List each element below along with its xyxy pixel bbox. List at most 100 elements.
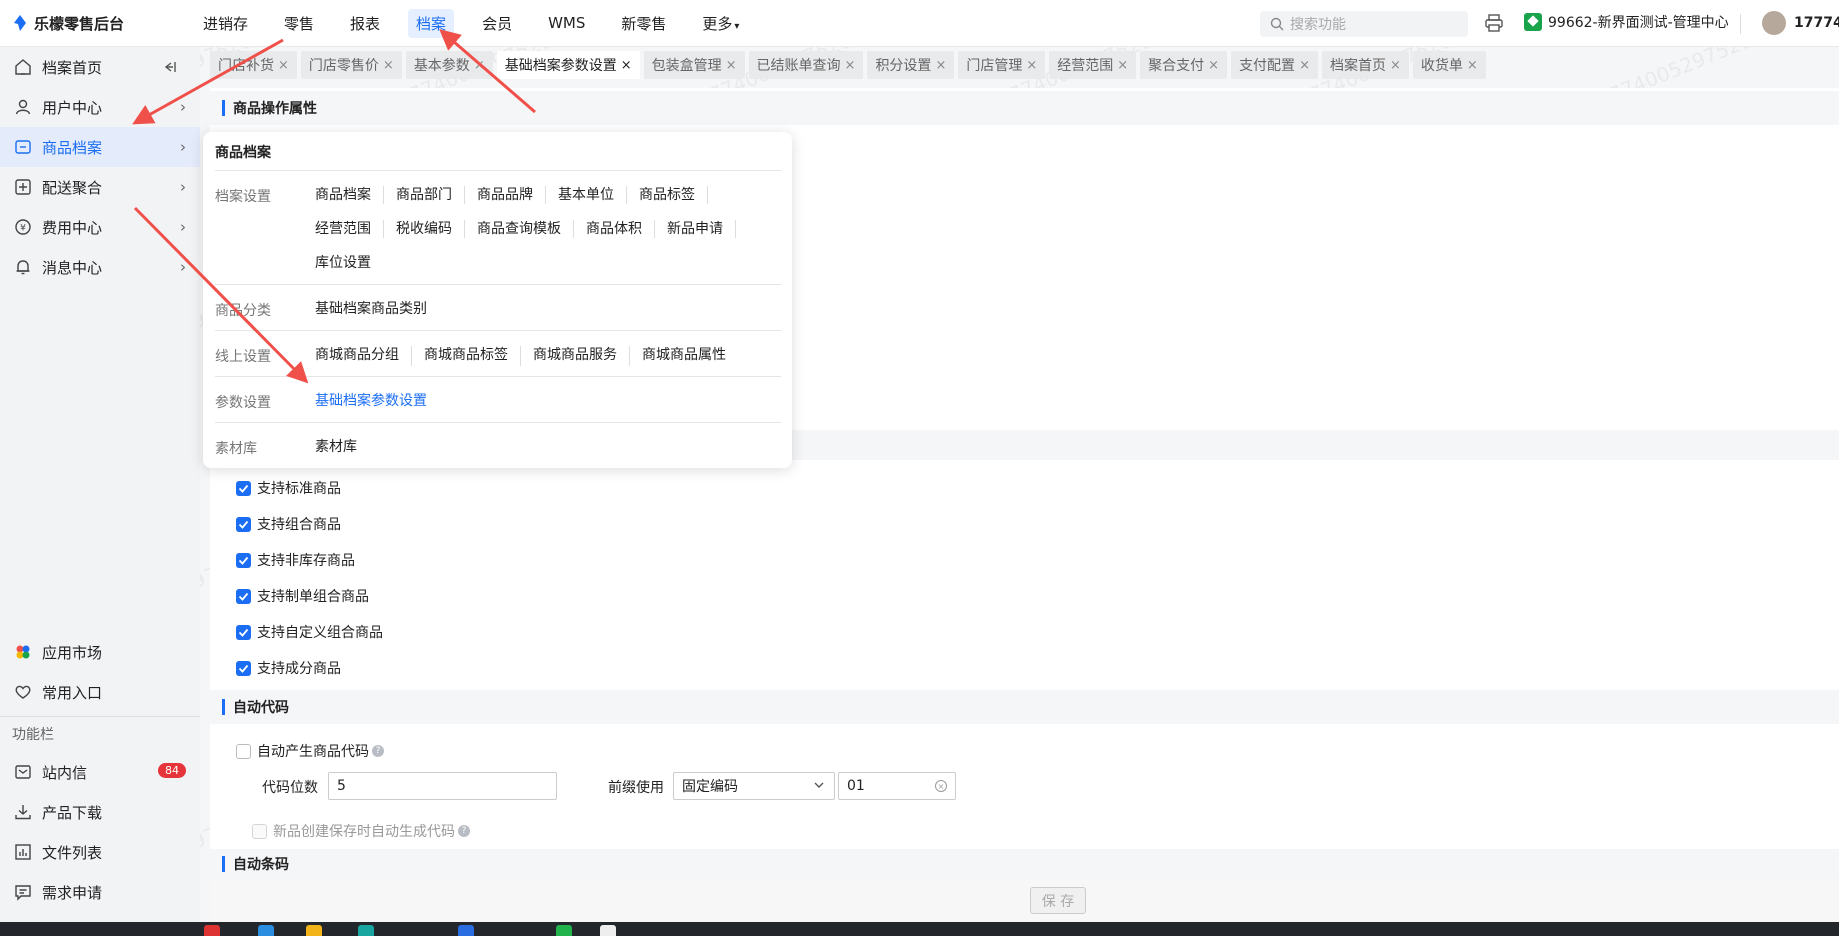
menu-item-goods-tag[interactable]: 商品标签 [639,186,708,204]
help-icon[interactable]: ? [372,745,384,757]
sidebar-item-messages[interactable]: 消息中心 › [0,247,200,287]
sidebar-item-favorites[interactable]: 常用入口 [0,672,200,712]
app-logo[interactable]: 乐檬零售后台 [0,13,195,34]
sidebar-item-downloads[interactable]: 产品下载 [0,792,200,832]
checkbox-custom-combo[interactable]: 支持自定义组合商品 [236,622,383,642]
sidebar-item-home[interactable]: 档案首页 [0,47,200,87]
tab-item-active[interactable]: 基础档案参数设置 × [496,51,640,79]
menu-item-basic-unit[interactable]: 基本单位 [558,186,627,204]
menu-item-goods-category[interactable]: 基础档案商品类别 [315,300,439,320]
close-icon[interactable]: × [474,58,485,73]
menu-item-goods-dept[interactable]: 商品部门 [396,186,465,204]
checkbox-new-item-code[interactable]: 新品创建保存时自动生成代码? [252,821,470,841]
checkbox-auto-code[interactable]: 自动产生商品代码? [236,741,384,761]
tab-item[interactable]: 门店零售价 × [300,51,402,79]
tab-item[interactable]: 基本参数 × [405,51,493,79]
menu-item-query-template[interactable]: 商品查询模板 [477,220,574,238]
sidebar-item-files[interactable]: 文件列表 [0,832,200,872]
close-icon[interactable]: × [726,58,737,73]
nav-dangan[interactable]: 档案 [408,8,455,38]
save-button[interactable]: 保 存 [1030,887,1086,914]
help-icon[interactable]: ? [458,825,470,837]
sidebar-item-label: 常用入口 [42,683,103,702]
menu-item-goods-brand[interactable]: 商品品牌 [477,186,546,204]
menu-item-tax-code[interactable]: 税收编码 [396,220,465,238]
close-icon[interactable]: × [1026,58,1037,73]
nav-huiyuan[interactable]: 会员 [474,9,520,38]
search-input[interactable]: 搜索功能 [1260,11,1468,37]
close-icon[interactable]: × [1467,58,1478,73]
menu-item-mall-tag[interactable]: 商城商品标签 [424,346,521,366]
menu-item-mall-service[interactable]: 商城商品服务 [533,346,630,366]
app-title: 乐檬零售后台 [34,14,125,33]
tab-item[interactable]: 积分设置 × [867,51,955,79]
close-icon[interactable]: × [383,58,394,73]
checkbox-checked-icon [236,624,251,640]
taskbar-app-icon[interactable] [556,925,572,936]
tab-item[interactable]: 包装盒管理 × [643,51,745,79]
close-icon[interactable]: × [1390,58,1401,73]
sidebar-item-requests[interactable]: 需求申请 [0,872,200,912]
taskbar-app-icon[interactable] [204,925,220,936]
taskbar-app-icon[interactable] [600,925,616,936]
nav-jinxiaocun[interactable]: 进销存 [195,9,256,38]
nav-baobiao[interactable]: 报表 [342,9,388,38]
clear-icon[interactable]: × [935,780,947,792]
nav-xinlingshou[interactable]: 新零售 [613,9,674,38]
menu-item-business-scope[interactable]: 经营范围 [315,220,384,238]
menu-item-archive-params[interactable]: 基础档案参数设置 [315,392,439,412]
sidebar-item-app-market[interactable]: 应用市场 [0,632,200,672]
store-switcher[interactable]: 99662-新界面测试-管理中心 [1524,12,1729,32]
nav-wms[interactable]: WMS [540,10,593,36]
menu-item-goods-archive[interactable]: 商品档案 [315,186,384,204]
taskbar-app-icon[interactable] [458,925,474,936]
divider [215,284,781,285]
tab-label: 门店管理 [966,58,1023,74]
menu-item-material-library[interactable]: 素材库 [315,438,369,458]
close-icon[interactable]: × [1299,58,1310,73]
sidebar-item-goods[interactable]: 商品档案 › [0,127,200,167]
tab-item[interactable]: 已结账单查询 × [748,51,864,79]
tab-item[interactable]: 收货单 × [1412,51,1486,79]
checkbox-combo[interactable]: 支持组合商品 [236,514,341,534]
tab-item[interactable]: 聚合支付 × [1140,51,1228,79]
menu-item-new-item-request[interactable]: 新品申请 [667,220,736,238]
taskbar-app-icon[interactable] [358,925,374,936]
checkbox-ingredient[interactable]: 支持成分商品 [236,658,341,678]
tab-item[interactable]: 门店管理 × [958,51,1046,79]
tab-item[interactable]: 门店补货 × [210,51,297,79]
dropdown-group-archive-settings: 档案设置 商品档案 商品部门 商品品牌 基本单位 商品标签 经营范围 税收编码 … [215,186,781,272]
tab-item[interactable]: 支付配置 × [1231,51,1318,79]
collapse-icon[interactable] [162,60,176,74]
close-icon[interactable]: × [278,58,289,73]
tab-item[interactable]: 经营范围 × [1049,51,1137,79]
tab-item[interactable]: 档案首页 × [1321,51,1409,79]
taskbar-app-icon[interactable] [258,925,274,936]
sidebar-item-label: 档案首页 [42,58,103,77]
nav-more[interactable]: 更多 ▾ [694,9,747,38]
close-icon[interactable]: × [935,58,946,73]
taskbar-app-icon[interactable] [306,925,322,936]
checkbox-order-combo[interactable]: 支持制单组合商品 [236,586,369,606]
user-menu[interactable]: 177740 [1762,11,1839,35]
close-icon[interactable]: × [1208,58,1219,73]
checkbox-non-stock[interactable]: 支持非库存商品 [236,550,355,570]
sidebar-item-user-center[interactable]: 用户中心 › [0,87,200,127]
menu-item-location-settings[interactable]: 库位设置 [315,254,383,272]
close-icon[interactable]: × [1117,58,1128,73]
sidebar-item-inbox[interactable]: 站内信 84 [0,752,200,792]
svg-text:¥: ¥ [20,224,26,234]
close-icon[interactable]: × [621,58,632,73]
sidebar-item-fees[interactable]: ¥ 费用中心 › [0,207,200,247]
prefix-value-input[interactable]: 01 × [838,772,956,800]
printer-icon[interactable] [1484,13,1504,37]
nav-lingshou[interactable]: 零售 [276,9,322,38]
close-icon[interactable]: × [845,58,856,73]
menu-item-mall-group[interactable]: 商城商品分组 [315,346,412,366]
sidebar-item-delivery[interactable]: 配送聚合 › [0,167,200,207]
checkbox-standard[interactable]: 支持标准商品 [236,478,341,498]
menu-item-goods-volume[interactable]: 商品体积 [586,220,655,238]
prefix-select[interactable]: 固定编码 [673,772,835,800]
code-digits-input[interactable]: 5 [328,772,557,800]
menu-item-mall-attr[interactable]: 商城商品属性 [642,346,738,366]
